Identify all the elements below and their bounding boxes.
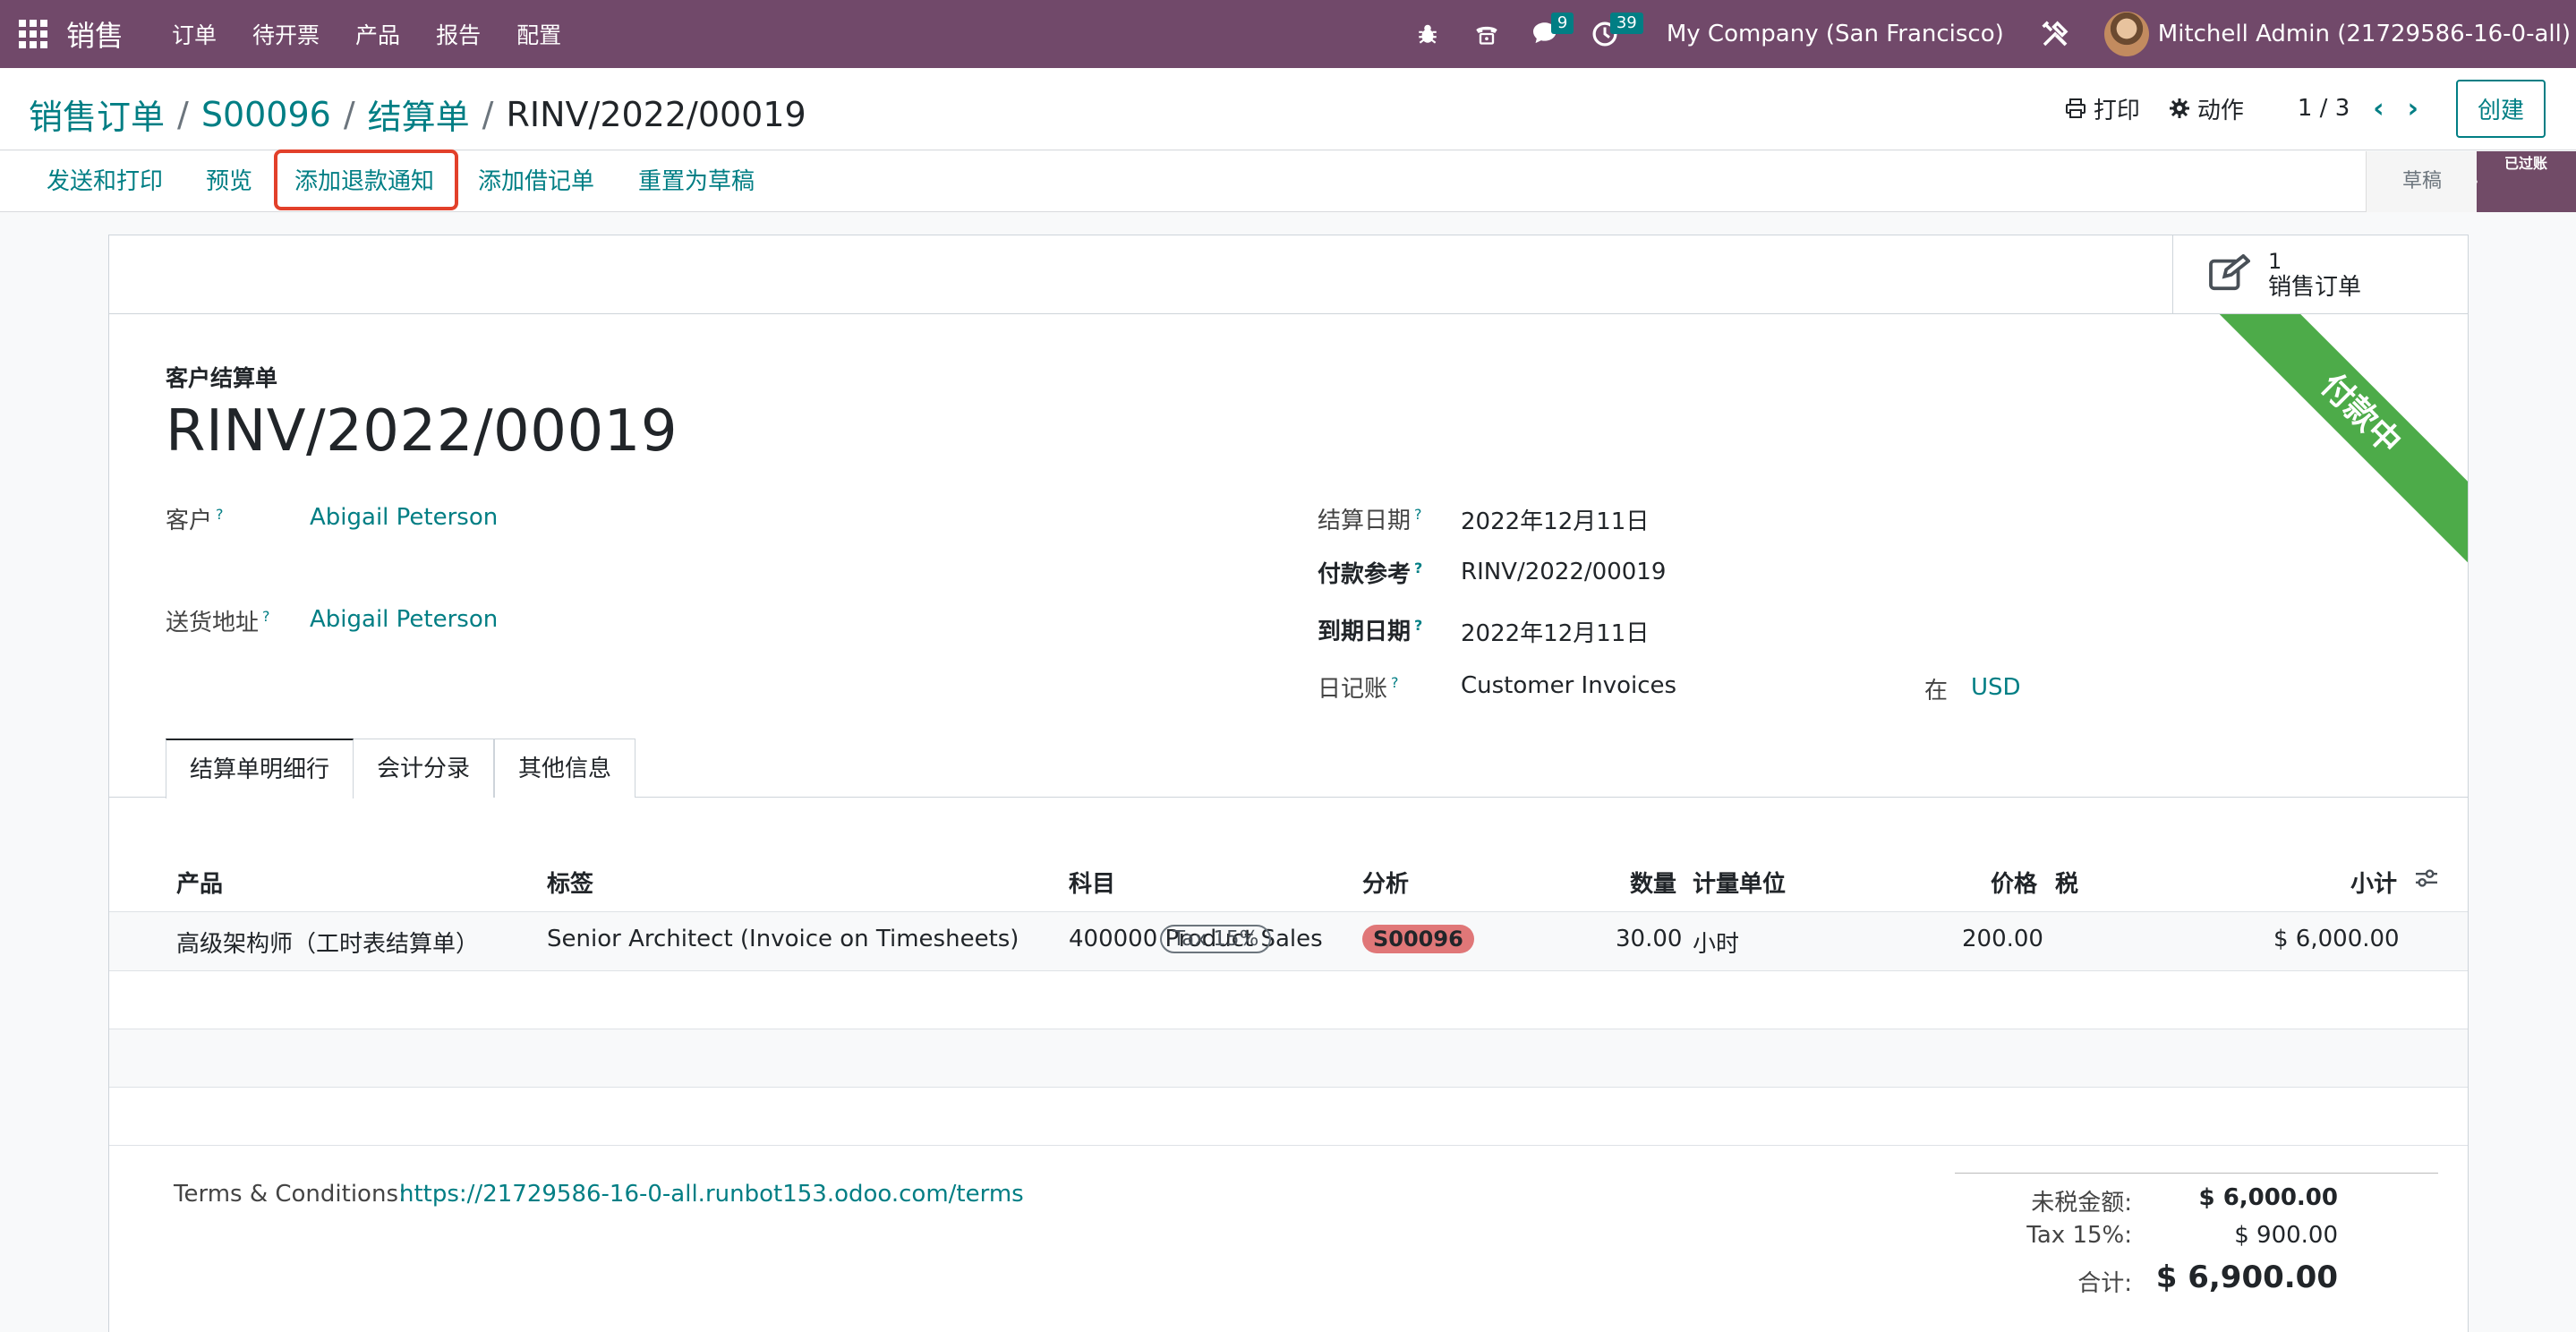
journal-label: 日记账?	[1318, 674, 1399, 703]
journal-field[interactable]: Customer Invoices	[1461, 672, 1676, 699]
menu-products[interactable]: 产品	[355, 18, 400, 50]
currency-field[interactable]: USD	[1971, 674, 2021, 701]
button-box: 1 销售订单	[109, 235, 2468, 314]
customer-label: 客户?	[166, 506, 224, 534]
row-label[interactable]: Senior Architect (Invoice on Timesheets)	[547, 926, 1019, 952]
terms-link[interactable]: https://21729586-16-0-all.runbot153.odoo…	[399, 1181, 1024, 1208]
payment-reference-label: 付款参考?	[1318, 559, 1423, 588]
sale-orders-smart-button[interactable]: 1 销售订单	[2172, 235, 2468, 314]
app-brand[interactable]: 销售	[66, 13, 124, 55]
stage-draft[interactable]: 草稿	[2365, 151, 2461, 212]
form-sheet: 1 销售订单 付款中 客户结算单 RINV/2022/00019 客户? Abi…	[108, 235, 2469, 1332]
company-switcher[interactable]: My Company (San Francisco)	[1667, 21, 2004, 47]
column-uom[interactable]: 计量单位	[1693, 866, 1786, 899]
row-product[interactable]: 高级架构师（工时表结算单）	[176, 926, 479, 959]
column-subtotal[interactable]: 小计	[2350, 866, 2397, 899]
untaxed-amount-value: $ 6,000.00	[2198, 1184, 2338, 1211]
delivery-address-label: 送货地址?	[166, 608, 270, 636]
currency-in-label: 在	[1924, 678, 1949, 704]
terms-label: Terms & Conditions:	[174, 1181, 406, 1208]
optional-columns-icon[interactable]	[2413, 867, 2440, 892]
tax-amount-label: Tax 15%:	[2026, 1222, 2132, 1249]
untaxed-amount-label: 未税金额:	[2031, 1190, 2132, 1217]
stage-posted[interactable]: 已过账	[2460, 151, 2576, 212]
notebook-tabs: 结算单明细行 会计分录 其他信息	[109, 739, 2468, 798]
reset-to-draft-button[interactable]: 重置为草稿	[638, 151, 755, 212]
row-analytic-tag[interactable]: S00096	[1362, 925, 1474, 953]
activities-clock-icon[interactable]: 39	[1589, 13, 1643, 50]
total-value: $ 6,900.00	[2155, 1259, 2338, 1295]
tab-invoice-lines[interactable]: 结算单明细行	[166, 739, 354, 798]
status-ribbon: 付款中	[2199, 314, 2468, 583]
due-date-field[interactable]: 2022年12月11日	[1461, 615, 1649, 648]
activities-badge: 39	[1609, 13, 1643, 34]
top-navbar: 销售 订单 待开票 产品 报告 配置 9 39 My Company (San …	[0, 0, 2576, 68]
control-panel: 销售订单 / S00096 / 结算单 / RINV/2022/00019 打印…	[0, 68, 2576, 150]
gear-icon	[2169, 98, 2189, 118]
row-price[interactable]: 200.00	[1962, 926, 2043, 952]
messages-badge: 9	[1550, 13, 1574, 34]
ribbon-label: 付款中	[2206, 314, 2468, 568]
column-price[interactable]: 价格	[1991, 866, 2037, 899]
highlight-box	[274, 149, 458, 210]
menu-reporting[interactable]: 报告	[436, 18, 481, 50]
smart-button-label: 销售订单	[2268, 274, 2362, 301]
preview-button[interactable]: 预览	[206, 151, 252, 212]
stage-indicator: 草稿 已过账	[2365, 151, 2576, 212]
row-subtotal: $ 6,000.00	[2273, 926, 2400, 952]
tab-journal-items[interactable]: 会计分录	[354, 739, 495, 798]
column-account[interactable]: 科目	[1069, 866, 1115, 899]
due-date-label: 到期日期?	[1318, 617, 1423, 645]
phone-icon[interactable]	[1471, 18, 1503, 50]
column-product[interactable]: 产品	[176, 866, 223, 899]
column-taxes[interactable]: 税	[2055, 866, 2078, 899]
invoice-date-field[interactable]: 2022年12月11日	[1461, 503, 1649, 536]
total-label: 合计:	[2077, 1270, 2132, 1297]
column-quantity[interactable]: 数量	[1630, 866, 1676, 899]
apps-menu-icon[interactable]	[18, 19, 48, 49]
invoice-date-label: 结算日期?	[1318, 506, 1422, 534]
document-type: 客户结算单	[166, 365, 278, 391]
row-quantity[interactable]: 30.00	[1616, 926, 1682, 952]
delivery-address-field[interactable]: Abigail Peterson	[310, 606, 498, 633]
customer-field[interactable]: Abigail Peterson	[310, 504, 498, 531]
smart-button-count: 1	[2268, 249, 2282, 274]
row-tax-tag[interactable]: Tax 15%	[1160, 925, 1272, 953]
print-button[interactable]: 打印	[2065, 92, 2140, 125]
action-button[interactable]: 动作	[2169, 92, 2244, 125]
totals-divider	[1955, 1173, 2438, 1174]
user-avatar[interactable]	[2103, 12, 2149, 56]
document-name: RINV/2022/00019	[166, 398, 678, 465]
breadcrumb-current: RINV/2022/00019	[506, 94, 806, 134]
add-debit-note-button[interactable]: 添加借记单	[478, 151, 594, 212]
payment-reference-field[interactable]: RINV/2022/00019	[1461, 559, 1666, 585]
send-and-print-button[interactable]: 发送和打印	[47, 151, 163, 212]
row-uom[interactable]: 小时	[1693, 926, 1739, 959]
breadcrumb-sales-orders[interactable]: 销售订单	[29, 90, 165, 139]
pager-next-icon[interactable]: ›	[2408, 93, 2418, 124]
user-menu[interactable]: Mitchell Admin (21729586-16-0-all)	[2158, 21, 2571, 47]
tax-amount-value: $ 900.00	[2234, 1222, 2338, 1249]
menu-to-invoice[interactable]: 待开票	[252, 18, 320, 50]
column-analytic[interactable]: 分析	[1362, 866, 1409, 899]
column-label[interactable]: 标签	[547, 866, 593, 899]
messages-icon[interactable]: 9	[1530, 13, 1574, 50]
breadcrumb-invoices[interactable]: 结算单	[368, 90, 470, 139]
print-icon	[2065, 98, 2086, 118]
pager-previous-icon[interactable]: ‹	[2373, 93, 2384, 124]
breadcrumb: 销售订单 / S00096 / 结算单 / RINV/2022/00019	[29, 90, 806, 139]
pager-value[interactable]: 1 / 3	[2298, 95, 2350, 122]
bug-icon[interactable]	[1412, 18, 1444, 50]
tools-icon[interactable]	[2039, 18, 2071, 50]
menu-orders[interactable]: 订单	[172, 18, 217, 50]
edit-icon	[2209, 253, 2251, 295]
tab-other-info[interactable]: 其他信息	[494, 739, 636, 798]
breadcrumb-order[interactable]: S00096	[201, 95, 331, 134]
create-button[interactable]: 创建	[2455, 79, 2546, 138]
menu-configuration[interactable]: 配置	[516, 18, 561, 50]
